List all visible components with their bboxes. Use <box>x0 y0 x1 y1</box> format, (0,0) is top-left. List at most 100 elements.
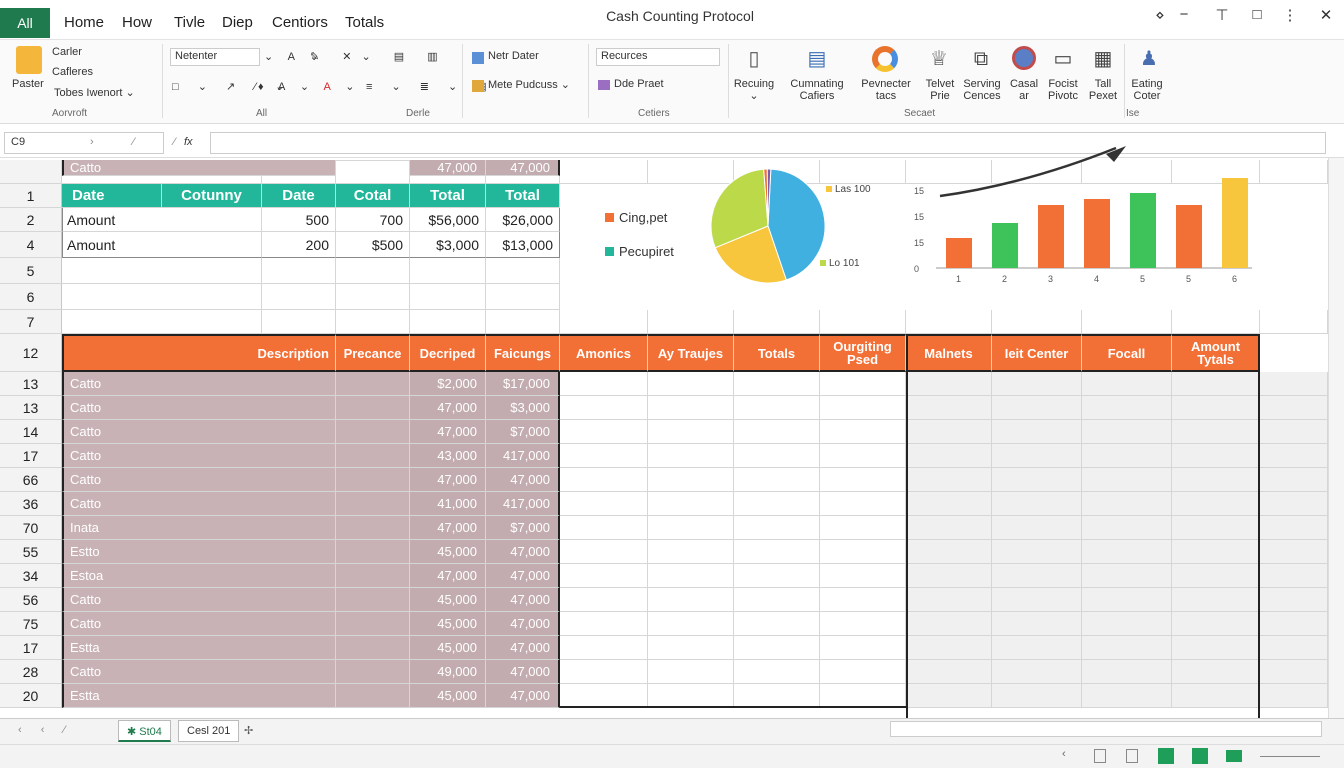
row-header[interactable]: 5 <box>0 258 62 284</box>
grid-cell[interactable] <box>648 396 734 420</box>
grid-cell[interactable] <box>1172 564 1260 588</box>
telvet-button[interactable]: Telvet Prie <box>920 78 960 102</box>
grid-cell[interactable] <box>1172 310 1260 334</box>
grid-cell[interactable] <box>820 310 906 334</box>
amount-label-cell[interactable]: Amount <box>62 208 262 232</box>
description-cell[interactable]: Catto <box>62 660 336 684</box>
eating-button[interactable]: Eating Coter <box>1124 78 1170 102</box>
grid-cell[interactable] <box>820 468 906 492</box>
decriped-cell[interactable]: 45,000 <box>410 612 486 636</box>
main-header-7[interactable]: Ourgiting Psed <box>820 334 906 372</box>
grid-cell[interactable] <box>486 310 560 334</box>
grid-cell[interactable] <box>906 372 992 396</box>
decriped-cell[interactable]: 47,000 <box>410 396 486 420</box>
main-header-2[interactable]: Decriped <box>410 334 486 372</box>
value-cell[interactable]: $26,000 <box>486 208 560 232</box>
grid-cell[interactable] <box>1260 468 1328 492</box>
grid-cell[interactable] <box>648 310 734 334</box>
sheet-nav-arrows[interactable]: ‹ ‹ ⁄ <box>18 724 73 736</box>
add-sheet-icon[interactable]: ✢ <box>244 724 253 737</box>
faicungs-cell[interactable]: 417,000 <box>486 492 560 516</box>
main-header-9[interactable]: Ieit Center <box>992 334 1082 372</box>
grid-cell[interactable] <box>560 660 648 684</box>
tab-diep[interactable]: Diep <box>222 14 253 31</box>
header-cotunny[interactable]: Cotunny <box>162 184 262 208</box>
grid-cell[interactable] <box>648 492 734 516</box>
precance-cell[interactable] <box>336 420 410 444</box>
grid-cell[interactable] <box>648 540 734 564</box>
row-header[interactable]: 13 <box>0 396 62 420</box>
value-cell[interactable]: $500 <box>336 232 410 258</box>
column-header[interactable] <box>1260 160 1328 184</box>
decriped-cell[interactable]: $2,000 <box>410 372 486 396</box>
main-header-1[interactable]: Precance <box>336 334 410 372</box>
number-format-select[interactable]: Recurces <box>596 48 720 66</box>
grid-cell[interactable] <box>906 420 992 444</box>
row-header[interactable]: 36 <box>0 492 62 516</box>
grid-cell[interactable] <box>1260 564 1328 588</box>
grid-cell[interactable] <box>1082 396 1172 420</box>
row-header[interactable]: 1 <box>0 184 62 208</box>
grid-cell[interactable] <box>992 420 1082 444</box>
description-cell[interactable]: Catto <box>62 468 336 492</box>
grid-cell[interactable] <box>906 612 992 636</box>
grid-cell[interactable] <box>410 284 486 310</box>
cumnating-button[interactable]: Cumnating Cafiers <box>782 78 852 102</box>
grid-cell[interactable] <box>734 468 820 492</box>
grid-cell[interactable] <box>410 258 486 284</box>
decriped-cell[interactable]: 47,000 <box>410 468 486 492</box>
circle-chart-icon[interactable] <box>872 46 898 72</box>
precance-cell[interactable] <box>336 492 410 516</box>
value-cell[interactable]: 500 <box>262 208 336 232</box>
grid-cell[interactable] <box>992 660 1082 684</box>
main-header-0[interactable]: Description <box>62 334 336 372</box>
camera-status-icon[interactable] <box>1226 750 1242 762</box>
precance-cell[interactable] <box>336 444 410 468</box>
precance-cell[interactable] <box>336 516 410 540</box>
value-cell[interactable]: $56,000 <box>410 208 486 232</box>
grid-cell[interactable] <box>560 540 648 564</box>
wrap-text-button[interactable]: Netr Dater <box>488 50 539 62</box>
row-header[interactable]: 66 <box>0 468 62 492</box>
grid-cell[interactable] <box>906 492 992 516</box>
grid-cell[interactable] <box>1082 444 1172 468</box>
grid-cell[interactable] <box>734 310 820 334</box>
grid-cell[interactable] <box>1172 684 1260 708</box>
grid-cell[interactable] <box>820 636 906 660</box>
grid-cell[interactable] <box>992 310 1082 334</box>
description-cell[interactable]: Catto <box>62 588 336 612</box>
close-icon[interactable]: ✕ <box>1314 6 1338 24</box>
grid-cell[interactable] <box>1082 372 1172 396</box>
decriped-cell[interactable]: 45,000 <box>410 684 486 708</box>
fx-icon[interactable]: fx <box>184 136 193 148</box>
grid-cell[interactable] <box>1082 420 1172 444</box>
status-nav-icon[interactable]: ‹ <box>1062 748 1066 760</box>
tab-tivle[interactable]: Tivle <box>174 14 205 31</box>
grid-cell[interactable] <box>906 516 992 540</box>
grid-cell[interactable] <box>734 564 820 588</box>
globe-icon[interactable] <box>1012 46 1036 70</box>
faicungs-cell[interactable]: $17,000 <box>486 372 560 396</box>
grid-cell[interactable] <box>560 612 648 636</box>
grid-cell[interactable] <box>820 660 906 684</box>
grid-cell[interactable] <box>648 612 734 636</box>
amount-label-cell[interactable]: Amount <box>62 232 262 258</box>
grid-cell[interactable] <box>648 636 734 660</box>
header-3[interactable]: Cotal <box>336 184 410 208</box>
grid-cell[interactable] <box>906 636 992 660</box>
grid-cell[interactable] <box>62 284 262 310</box>
grid-cell[interactable] <box>560 372 648 396</box>
grid-cell[interactable] <box>560 636 648 660</box>
grid-cell[interactable] <box>1082 684 1172 708</box>
grid-cell[interactable] <box>734 684 820 708</box>
grid-cell[interactable] <box>486 258 560 284</box>
decriped-cell[interactable]: 45,000 <box>410 540 486 564</box>
grid-cell[interactable] <box>648 444 734 468</box>
description-cell[interactable]: Estta <box>62 684 336 708</box>
grid-cell[interactable] <box>336 258 410 284</box>
faicungs-cell[interactable]: 47,000 <box>486 660 560 684</box>
document-icon[interactable]: ▯ <box>739 44 769 74</box>
grid-cell[interactable] <box>1260 684 1328 708</box>
row-header[interactable]: 4 <box>0 232 62 258</box>
grid-cell[interactable] <box>560 396 648 420</box>
